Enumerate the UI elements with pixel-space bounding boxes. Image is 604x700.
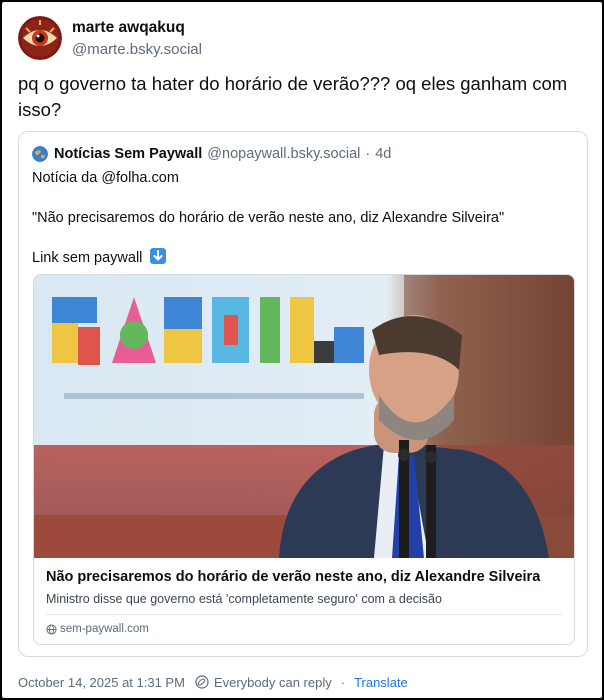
translate-link[interactable]: Translate — [354, 675, 408, 690]
quoted-post-header: Notícias Sem Paywall @nopaywall.bsky.soc… — [32, 145, 391, 163]
down-arrow-icon — [150, 248, 167, 264]
quoted-post-time[interactable]: 4d — [375, 146, 391, 162]
post-text: pq o governo ta hater do horário de verã… — [18, 73, 568, 120]
quoted-text-blank-line — [32, 228, 577, 248]
quoted-post-text: Notícia da @folha.com "Não precisaremos … — [32, 168, 577, 268]
post-timestamp[interactable]: October 14, 2025 at 1:31 PM — [18, 675, 185, 690]
quoted-author-avatar[interactable] — [32, 146, 48, 162]
quoted-header-separator: · — [365, 146, 371, 162]
link-preview-domain: sem-paywall.com — [46, 622, 149, 636]
link-preview-description: Ministro disse que governo está 'complet… — [46, 592, 442, 606]
link-preview-image — [34, 275, 574, 558]
quoted-text-line: Notícia da @folha.com — [32, 170, 179, 186]
author-handle[interactable]: @marte.bsky.social — [72, 41, 202, 58]
quoted-text-line: "Não precisaremos do horário de verão ne… — [32, 210, 505, 226]
link-preview-divider — [46, 614, 562, 615]
author-display-name[interactable]: marte awqakuq — [72, 19, 185, 37]
reply-settings-label[interactable]: Everybody can reply — [214, 675, 332, 690]
link-preview-title[interactable]: Não precisaremos do horário de verão nes… — [46, 569, 566, 585]
quoted-post[interactable]: Notícias Sem Paywall @nopaywall.bsky.soc… — [18, 131, 588, 657]
link-preview-card[interactable]: Não precisaremos do horário de verão nes… — [33, 274, 575, 645]
quoted-author-handle[interactable]: @nopaywall.bsky.social — [207, 146, 360, 162]
post-thread-view: marte awqakuq @marte.bsky.social pq o go… — [2, 2, 602, 698]
reply-settings-icon[interactable] — [195, 675, 209, 689]
post-footer: October 14, 2025 at 1:31 PM Everybody ca… — [18, 673, 408, 691]
author-avatar[interactable] — [18, 16, 62, 60]
quoted-text-line-link: Link sem paywall — [32, 248, 577, 268]
globe-icon — [46, 623, 57, 635]
quoted-text-blank-line — [32, 188, 577, 208]
link-preview-domain-text: sem-paywall.com — [60, 623, 149, 635]
link-label: Link sem paywall — [32, 250, 143, 266]
footer-separator: · — [340, 674, 346, 690]
quoted-author-display-name[interactable]: Notícias Sem Paywall — [54, 146, 202, 162]
